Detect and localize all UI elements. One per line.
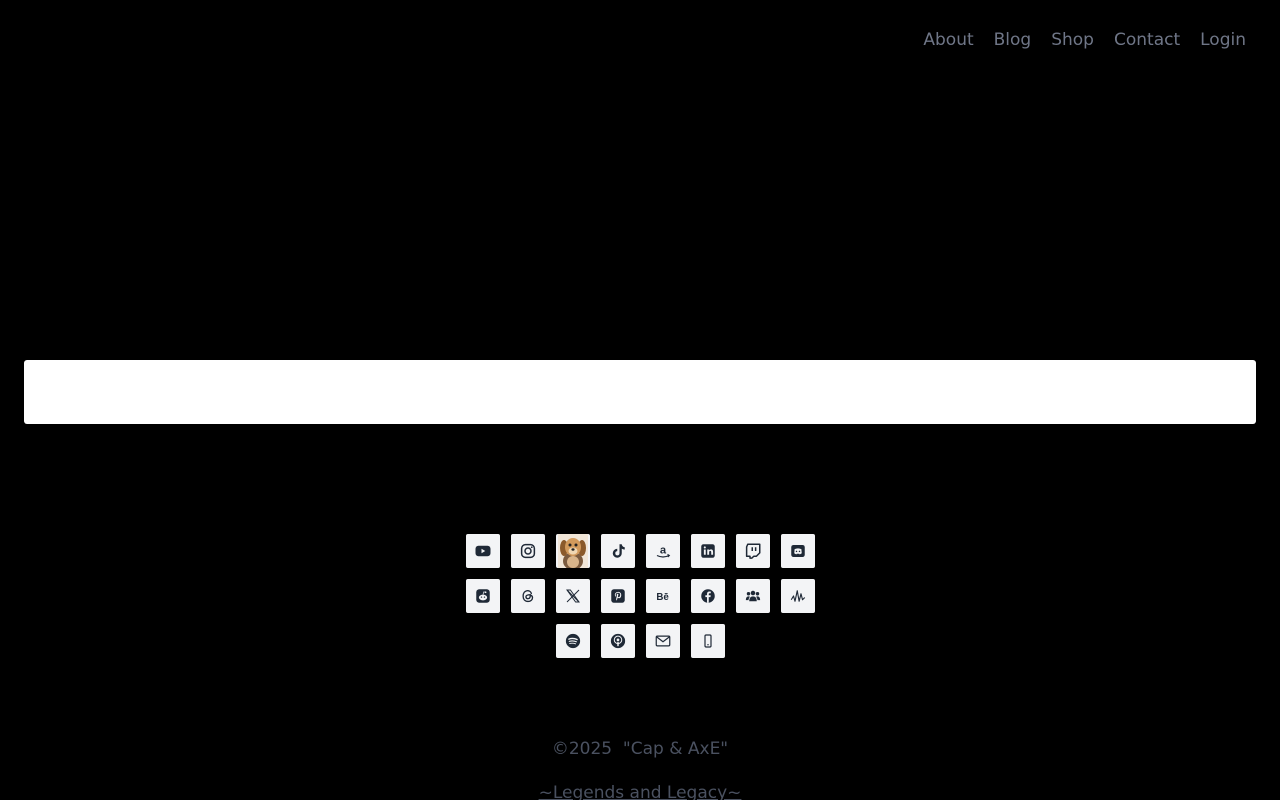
facebook-link[interactable] [690,579,725,613]
facebook-icon [700,589,715,603]
spotify-link[interactable] [555,624,590,658]
amazon-link[interactable]: a [645,534,680,568]
nav-login-link[interactable]: Login [1200,26,1246,54]
email-icon [655,635,670,647]
content-banner [24,360,1256,424]
svg-text:Bē: Bē [656,592,669,603]
email-link[interactable] [645,624,680,658]
footer-copyright: ©2025 "Cap & AxE" [551,739,729,759]
top-nav: About Blog Shop Contact Login [903,26,1246,54]
youtube-icon [475,545,490,557]
behance-icon: Bē [656,592,669,603]
pinterest-link[interactable] [600,579,635,613]
discord-icon [790,545,805,557]
social-row [465,624,815,658]
youtube-link[interactable] [465,534,500,568]
nav-blog-link[interactable]: Blog [994,26,1032,54]
svg-text:a: a [659,544,666,556]
phone-icon [703,634,712,648]
x-icon [565,589,580,603]
amazon-icon: a [656,544,670,558]
twitch-icon [745,543,760,559]
instagram-icon [520,543,535,559]
apple-podcasts-icon [610,633,625,649]
social-row: Bē [465,579,815,613]
avatar-link[interactable] [555,534,590,568]
discord-link[interactable] [780,534,815,568]
spotify-icon [565,633,580,649]
apple-podcasts-link[interactable] [600,624,635,658]
instagram-link[interactable] [510,534,545,568]
podcast-link[interactable] [780,579,815,613]
phone-link[interactable] [690,624,725,658]
linkedin-link[interactable] [690,534,725,568]
group-icon [745,590,760,602]
nav-shop-link[interactable]: Shop [1051,26,1094,54]
threads-icon [521,589,533,603]
linkedin-icon [700,544,715,558]
social-links-grid: a Bē [465,534,815,669]
x-link[interactable] [555,579,590,613]
reddit-icon [475,589,490,603]
tiktok-link[interactable] [600,534,635,568]
podcast-icon [790,590,805,602]
social-row: a [465,534,815,568]
nav-about-link[interactable]: About [923,26,973,54]
nav-contact-link[interactable]: Contact [1114,26,1180,54]
threads-link[interactable] [510,579,545,613]
page: About Blog Shop Contact Login a Bē ©2025… [0,0,1280,800]
footer-tagline-link[interactable]: ~Legends and Legacy~ [539,783,742,800]
footer-tagline: ~Legends and Legacy~ [0,782,1280,800]
group-link[interactable] [735,579,770,613]
puppy-avatar [557,534,588,568]
pinterest-icon [610,589,625,603]
reddit-link[interactable] [465,579,500,613]
twitch-link[interactable] [735,534,770,568]
tiktok-icon [612,544,625,558]
behance-link[interactable]: Bē [645,579,680,613]
